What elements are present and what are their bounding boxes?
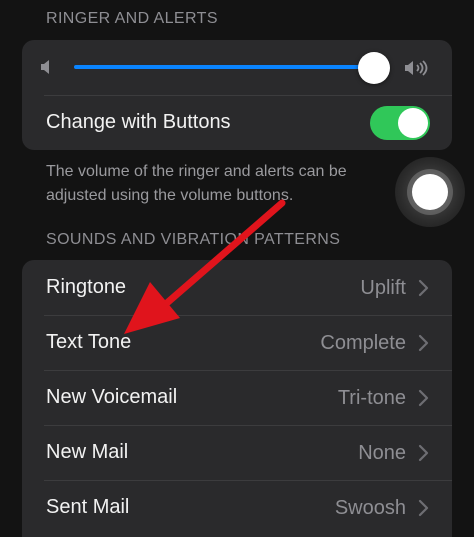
speaker-icon bbox=[41, 60, 49, 74]
chevron-right-icon bbox=[418, 444, 429, 462]
row-label: New Voicemail bbox=[46, 386, 178, 408]
chevron-right-icon bbox=[418, 279, 429, 297]
row-label: Sent Mail bbox=[46, 496, 130, 518]
ringer-alerts-header: RINGER AND ALERTS bbox=[46, 10, 218, 27]
row-label: Ringtone bbox=[46, 276, 127, 298]
row-label: Text Tone bbox=[46, 331, 132, 353]
text-tone-row[interactable]: Text Tone Complete bbox=[22, 315, 452, 370]
row-value: Complete bbox=[320, 332, 406, 354]
change-with-buttons-toggle[interactable] bbox=[370, 106, 430, 140]
ringtone-row[interactable]: Ringtone Uplift bbox=[22, 260, 452, 315]
assistive-touch-button[interactable] bbox=[395, 157, 465, 227]
settings-screen: RINGER AND ALERTS Change with Buttons Th… bbox=[0, 0, 474, 537]
chevron-right-icon bbox=[418, 389, 429, 407]
row-value: Swoosh bbox=[334, 497, 406, 519]
volume-track[interactable] bbox=[74, 65, 374, 69]
ringer-group: Change with Buttons bbox=[22, 40, 452, 150]
row-label: New Mail bbox=[46, 441, 129, 463]
assistive-touch-inner bbox=[412, 174, 448, 210]
chevron-right-icon bbox=[418, 499, 429, 517]
row-value: Tri-tone bbox=[337, 387, 406, 409]
toggle-thumb bbox=[398, 108, 428, 138]
ringer-volume-slider[interactable] bbox=[22, 40, 452, 95]
new-voicemail-row[interactable]: New Voicemail Tri-tone bbox=[22, 370, 452, 425]
change-with-buttons-label: Change with Buttons bbox=[46, 111, 231, 133]
ringer-footnote: The volume of the ringer and alerts can … bbox=[46, 163, 347, 204]
chevron-right-icon bbox=[418, 334, 429, 352]
new-mail-row[interactable]: New Mail None bbox=[22, 425, 452, 480]
sounds-patterns-header: SOUNDS AND VIBRATION PATTERNS bbox=[46, 231, 341, 248]
speaker-wave-icon bbox=[405, 60, 428, 76]
row-value: Uplift bbox=[360, 277, 406, 299]
sent-mail-row[interactable]: Sent Mail Swoosh bbox=[22, 480, 452, 535]
sounds-group: Ringtone Uplift Text Tone Complete New V… bbox=[22, 260, 452, 537]
change-with-buttons-row: Change with Buttons bbox=[22, 96, 452, 150]
row-value: None bbox=[358, 442, 406, 464]
volume-knob[interactable] bbox=[358, 52, 390, 84]
